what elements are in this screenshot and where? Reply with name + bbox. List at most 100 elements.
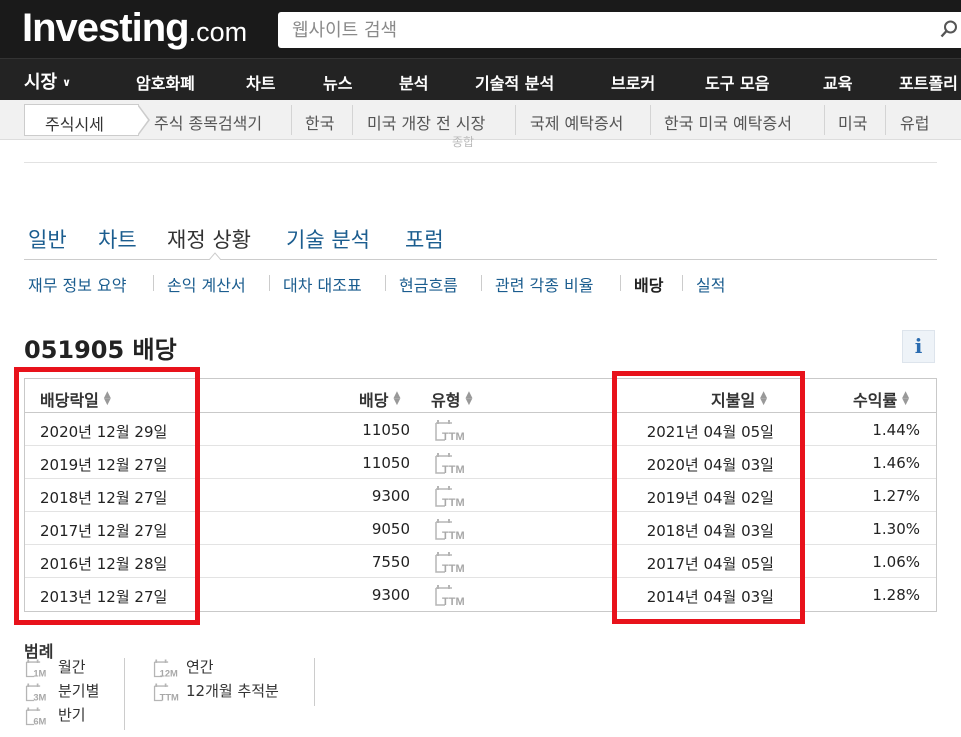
cell-dividend: 9050 xyxy=(371,520,410,538)
tab-charts[interactable]: 차트 xyxy=(98,224,137,254)
nav-item-news[interactable]: 뉴스 xyxy=(323,70,352,94)
calendar-ttm-icon: TTM xyxy=(433,518,473,542)
table-row: 2016년 12월 28일 7550 TTM 2017년 04월 05일 1.06% xyxy=(25,545,936,578)
nav-item-markets[interactable]: 시장 ∨ xyxy=(24,68,71,94)
sort-icon: ▲ ▼ xyxy=(465,390,473,407)
calendar-icon: 6M xyxy=(24,706,58,727)
logo-main: Investing xyxy=(22,6,190,50)
sub-nav: 주식시세 주식 종목검색기 한국 미국 개장 전 시장 국제 예탁증서 한국 미… xyxy=(0,100,961,140)
calendar-ttm-icon: TTM xyxy=(433,584,473,608)
svg-text:TTM: TTM xyxy=(160,693,179,703)
nav-item-technical[interactable]: 기술적 분석 xyxy=(475,70,554,94)
subnav-item-adr[interactable]: 국제 예탁증서 xyxy=(530,110,623,134)
cell-ex-date: 2018년 12월 27일 xyxy=(40,489,168,507)
subtab-ratios[interactable]: 관련 각종 비율 xyxy=(495,272,594,296)
cell-ex-date: 2019년 12월 27일 xyxy=(40,456,168,474)
subtab-dividends[interactable]: 배당 xyxy=(634,272,663,296)
calendar-ttm-icon: TTM xyxy=(433,485,473,509)
table-row: 2018년 12월 27일 9300 TTM 2019년 04월 02일 1.27% xyxy=(25,479,936,512)
table-body: 2020년 12월 29일 11050 TTM 2021년 04월 05일 1.44% 2… xyxy=(25,413,936,611)
legend-label: 연간 xyxy=(186,658,214,676)
info-icon[interactable]: i xyxy=(902,330,935,363)
tabs-underline xyxy=(24,259,937,260)
cell-yield: 1.06% xyxy=(872,553,920,571)
calendar-ttm-icon: TTM xyxy=(433,452,473,476)
subnav-item-europe[interactable]: 유럽 xyxy=(900,110,929,134)
cell-pay-date: 2021년 04월 05일 xyxy=(646,423,774,441)
search-input[interactable] xyxy=(278,12,961,48)
tab-technical[interactable]: 기술 분석 xyxy=(286,224,370,254)
top-header: Investing.com xyxy=(0,0,961,58)
breadcrumb-current[interactable]: 주식시세 xyxy=(24,104,139,136)
subnav-item-premarket[interactable]: 미국 개장 전 시장 xyxy=(367,110,485,134)
cell-ex-date: 2020년 12월 29일 xyxy=(40,423,168,441)
search-box[interactable] xyxy=(278,12,961,48)
sort-icon: ▲ ▼ xyxy=(902,390,910,407)
cell-yield: 1.46% xyxy=(872,454,920,472)
cell-pay-date: 2020년 04월 03일 xyxy=(646,456,774,474)
logo-suffix: .com xyxy=(188,17,248,47)
cell-ex-date: 2013년 12월 27일 xyxy=(40,588,168,606)
calendar-icon: 12M xyxy=(152,658,186,679)
col-header-dividend[interactable]: 배당 ▲ ▼ xyxy=(359,387,400,411)
cell-pay-date: 2019년 04월 02일 xyxy=(646,489,774,507)
active-tab-caret-icon xyxy=(209,252,221,260)
nav-item-label: 시장 xyxy=(24,72,58,93)
cell-pay-date: 2017년 04월 05일 xyxy=(646,555,774,573)
table-header: 배당락일 ▲ ▼ 배당 ▲ ▼ 유형 ▲ ▼ 지불일 ▲ ▼ 수익률 ▲ ▼ xyxy=(25,379,936,413)
svg-text:12M: 12M xyxy=(160,669,178,679)
tab-general[interactable]: 일반 xyxy=(28,224,67,254)
nav-item-crypto[interactable]: 암호화폐 xyxy=(136,70,195,94)
svg-text:TTM: TTM xyxy=(442,530,465,540)
tab-forum[interactable]: 포럼 xyxy=(405,224,444,254)
tab-financials[interactable]: 재정 상황 xyxy=(167,224,251,254)
cell-dividend: 9300 xyxy=(371,487,410,505)
legend-label: 12개월 추적분 xyxy=(186,682,279,700)
legend-label: 월간 xyxy=(58,658,86,676)
nav-item-analysis[interactable]: 분석 xyxy=(399,70,428,94)
cell-yield: 1.30% xyxy=(872,520,920,538)
subtab-cashflow[interactable]: 현금흐름 xyxy=(399,272,458,296)
cell-dividend: 7550 xyxy=(371,553,410,571)
subtab-balance[interactable]: 대차 대조표 xyxy=(283,272,362,296)
col-header-pay-date[interactable]: 지불일 ▲ ▼ xyxy=(711,387,767,411)
cell-ex-date: 2016년 12월 28일 xyxy=(40,555,168,573)
subnav-item-usa[interactable]: 미국 xyxy=(838,110,867,134)
search-icon[interactable] xyxy=(940,20,958,38)
nav-item-tools[interactable]: 도구 모음 xyxy=(705,70,769,94)
subnav-item-korea[interactable]: 한국 xyxy=(305,110,334,134)
svg-text:1M: 1M xyxy=(33,669,46,679)
calendar-ttm-icon: TTM xyxy=(433,551,473,575)
cell-pay-date: 2014년 04월 03일 xyxy=(646,588,774,606)
nav-item-education[interactable]: 교육 xyxy=(823,70,852,94)
cell-dividend: 11050 xyxy=(362,454,410,472)
sort-icon: ▲ ▼ xyxy=(393,390,401,407)
svg-text:TTM: TTM xyxy=(442,464,465,474)
subtab-income[interactable]: 손익 계산서 xyxy=(167,272,246,296)
legend-item: 12M 연간 xyxy=(152,656,214,679)
nav-item-brokers[interactable]: 브로커 xyxy=(611,70,655,94)
nav-item-portfolio[interactable]: 포트폴리 xyxy=(899,70,958,94)
col-header-type[interactable]: 유형 ▲ ▼ xyxy=(431,387,472,411)
table-row: 2013년 12월 27일 9300 TTM 2014년 04월 03일 1.28% xyxy=(25,578,936,611)
subnav-item-screener[interactable]: 주식 종목검색기 xyxy=(154,110,262,134)
calendar-icon: TTM xyxy=(152,682,186,703)
subnav-item-kr-us-adr[interactable]: 한국 미국 예탁증서 xyxy=(664,110,792,134)
main-nav: 시장 ∨ 암호화폐 차트 뉴스 분석 기술적 분석 브로커 도구 모음 교육 포트… xyxy=(0,58,961,100)
site-logo[interactable]: Investing.com xyxy=(22,6,247,51)
subtab-summary[interactable]: 재무 정보 요약 xyxy=(28,272,127,296)
legend-item: 1M 월간 xyxy=(24,656,86,679)
cell-yield: 1.28% xyxy=(872,586,920,604)
col-header-yield[interactable]: 수익률 ▲ ▼ xyxy=(853,387,909,411)
subtab-earnings[interactable]: 실적 xyxy=(696,272,725,296)
faint-partial-text: 종합 xyxy=(452,135,475,149)
sort-icon: ▲ ▼ xyxy=(760,390,768,407)
chevron-down-icon: ∨ xyxy=(62,76,72,89)
col-header-ex-date[interactable]: 배당락일 ▲ ▼ xyxy=(40,387,111,411)
table-row: 2019년 12월 27일 11050 TTM 2020년 04월 03일 1.46% xyxy=(25,446,936,479)
svg-text:6M: 6M xyxy=(33,717,46,727)
svg-text:3M: 3M xyxy=(33,693,46,703)
sort-icon: ▲ ▼ xyxy=(103,390,111,407)
nav-item-charts[interactable]: 차트 xyxy=(246,70,275,94)
table-row: 2020년 12월 29일 11050 TTM 2021년 04월 05일 1.44% xyxy=(25,413,936,446)
